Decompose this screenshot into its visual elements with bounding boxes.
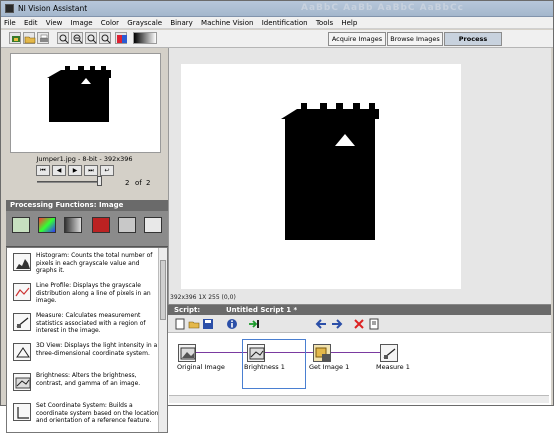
acquire-icon[interactable]: [9, 32, 21, 44]
function-category-tabs: [6, 211, 168, 247]
move-left-icon[interactable]: [315, 318, 327, 330]
menu-tools[interactable]: Tools: [313, 17, 336, 29]
page-of-label: of: [135, 179, 142, 187]
zoom-fit-icon[interactable]: [85, 32, 97, 44]
save-script-icon[interactable]: [202, 318, 214, 330]
menu-machine-vision[interactable]: Machine Vision: [198, 17, 256, 29]
histogram-icon: [13, 253, 31, 271]
title-decoration: AaBbC AaBb AaBbC AaBbCc: [301, 3, 464, 13]
function-line-profile[interactable]: Line Profile: Displays the grayscale dis…: [7, 280, 159, 310]
brightness-icon: [13, 373, 31, 391]
image-info-label: Jumper1.jpg - 8-bit - 392x396: [36, 155, 133, 163]
menu-color[interactable]: Color: [98, 17, 122, 29]
menu-binary[interactable]: Binary: [167, 17, 196, 29]
first-image-button[interactable]: ⏮: [36, 165, 50, 176]
window-title: NI Vision Assistant: [18, 4, 88, 13]
tab-acquire-images[interactable]: Acquire Images: [328, 32, 386, 46]
processing-functions-header: Processing Functions: Image: [6, 200, 168, 211]
color-category-icon[interactable]: [38, 217, 56, 233]
function-name: Histogram:: [36, 252, 70, 259]
line-profile-icon: [13, 283, 31, 301]
step-measure-icon[interactable]: [380, 344, 398, 362]
image-viewer: [168, 48, 551, 304]
info-icon[interactable]: [226, 318, 238, 330]
3d-view-icon: [13, 343, 31, 361]
menu-identification[interactable]: Identification: [259, 17, 311, 29]
function-list-scrollbar[interactable]: [158, 248, 167, 432]
new-script-icon[interactable]: [174, 318, 186, 330]
step-brightness-icon[interactable]: [247, 344, 265, 362]
menu-file[interactable]: File: [1, 17, 19, 29]
app-window: NI Vision Assistant AaBbC AaBb AaBbC AaB…: [0, 0, 554, 433]
step-brightness-label[interactable]: Brightness 1: [244, 363, 285, 371]
function-set-coordinate-system[interactable]: Set Coordinate System: Builds a coordina…: [7, 400, 159, 430]
menu-view[interactable]: View: [43, 17, 66, 29]
page-total: 2: [146, 179, 151, 187]
app-icon: [5, 4, 14, 13]
grayscale-category-icon[interactable]: [64, 217, 82, 233]
image-slider-track[interactable]: [37, 181, 101, 183]
function-histogram[interactable]: Histogram: Counts the total number of pi…: [7, 250, 159, 280]
script-toolbar: [168, 315, 551, 333]
function-measure[interactable]: Measure: Calculates measurement statisti…: [7, 310, 159, 340]
function-name: 3D View:: [36, 342, 63, 349]
menu-edit[interactable]: Edit: [21, 17, 41, 29]
print-icon[interactable]: [37, 32, 49, 44]
open-script-icon[interactable]: [188, 318, 200, 330]
last-image-button[interactable]: ⏭: [84, 165, 98, 176]
function-brightness[interactable]: Brightness: Alters the brightness, contr…: [7, 370, 159, 400]
status-bar: 392x396 1X 255 (0,0): [170, 294, 236, 301]
script-properties-icon[interactable]: [368, 318, 380, 330]
undo-icon[interactable]: ↩: [100, 165, 114, 176]
run-script-icon[interactable]: [248, 318, 260, 330]
next-image-button[interactable]: ▶: [68, 165, 82, 176]
step-measure-label[interactable]: Measure 1: [376, 363, 410, 371]
scrollbar-thumb[interactable]: [160, 260, 166, 320]
function-3d-view[interactable]: 3D View: Displays the light intensity in…: [7, 340, 159, 370]
grayscale-palette-icon[interactable]: [133, 32, 157, 44]
menu-image[interactable]: Image: [68, 17, 96, 29]
page-current: 2: [125, 179, 130, 187]
machine-vision-category-icon[interactable]: [118, 217, 136, 233]
move-right-icon[interactable]: [331, 318, 343, 330]
step-get-image-label[interactable]: Get Image 1: [309, 363, 349, 371]
step-original-image-label[interactable]: Original Image: [177, 363, 225, 371]
menu-bar: File Edit View Image Color Grayscale Bin…: [1, 17, 553, 29]
open-folder-icon[interactable]: [23, 32, 36, 44]
zoom-in-icon[interactable]: [57, 32, 69, 44]
tab-process-images[interactable]: Process Images: [444, 32, 502, 55]
title-bar: NI Vision Assistant AaBbC AaBb AaBbC AaB…: [1, 1, 553, 17]
script-name: Untitled Script 1 *: [226, 306, 298, 314]
identification-category-icon[interactable]: [144, 217, 162, 233]
menu-help[interactable]: Help: [338, 17, 360, 29]
zoom-1to1-icon[interactable]: [99, 32, 111, 44]
script-horizontal-scrollbar[interactable]: [169, 395, 549, 403]
script-label: Script:: [174, 306, 201, 314]
binary-category-icon[interactable]: [92, 217, 110, 233]
function-list: Histogram: Counts the total number of pi…: [6, 247, 168, 433]
image-thumbnail[interactable]: [10, 53, 161, 153]
image-slider-thumb[interactable]: [97, 176, 102, 186]
palette-icon[interactable]: [115, 32, 127, 44]
processed-image-canvas[interactable]: [181, 64, 461, 289]
menu-grayscale[interactable]: Grayscale: [124, 17, 165, 29]
image-category-icon[interactable]: [12, 217, 30, 233]
zoom-out-icon[interactable]: [71, 32, 83, 44]
function-name: Brightness:: [36, 372, 70, 379]
script-header: Script: Untitled Script 1 *: [168, 305, 551, 315]
function-name: Measure:: [36, 312, 64, 319]
main-toolbar: Acquire Images Browse Images Process Ima…: [1, 30, 553, 55]
left-panel: Jumper1.jpg - 8-bit - 392x396 ⏮ ◀ ▶ ⏭ ↩ …: [1, 48, 168, 433]
step-get-image-icon[interactable]: [313, 344, 331, 362]
script-panel: Script: Untitled Script 1 *: [168, 304, 551, 405]
delete-step-icon[interactable]: [353, 318, 365, 330]
tab-browse-images[interactable]: Browse Images: [387, 32, 443, 46]
function-name: Line Profile:: [36, 282, 72, 289]
measure-icon: [13, 313, 31, 331]
step-original-image-icon[interactable]: [178, 344, 196, 362]
prev-image-button[interactable]: ◀: [52, 165, 66, 176]
